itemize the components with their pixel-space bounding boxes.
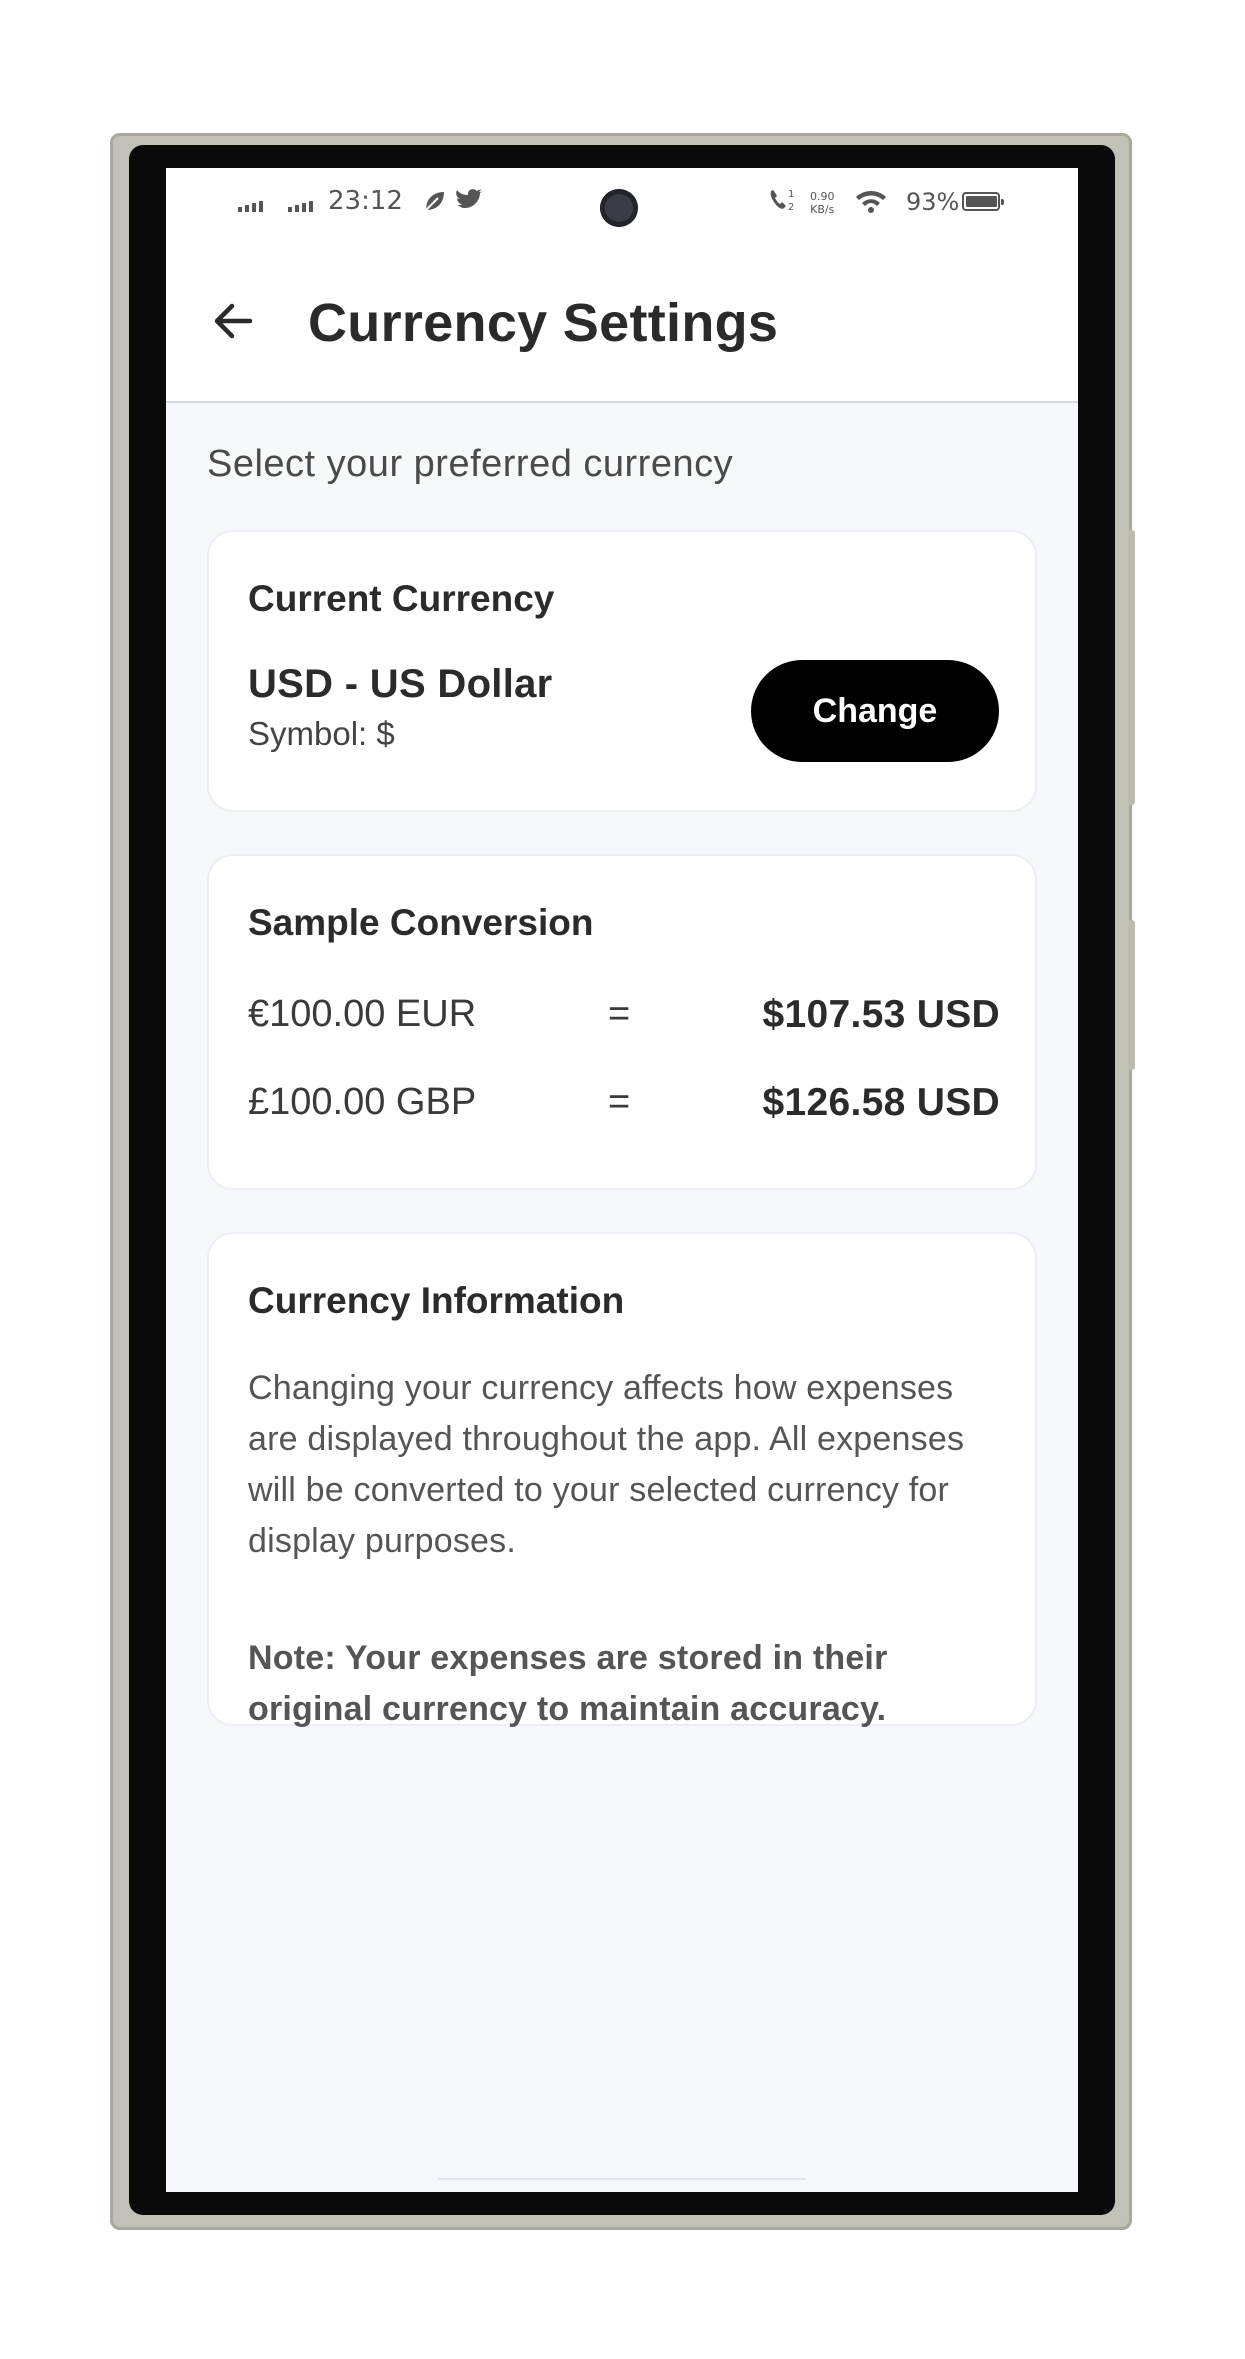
current-currency-title: Current Currency: [248, 578, 555, 619]
twitter-bird-icon: [456, 188, 484, 218]
arrow-left-icon: [214, 303, 253, 339]
page-subtitle: Select your preferred currency: [207, 443, 734, 485]
conversion-equals: =: [608, 1081, 631, 1123]
signal-2-icon: [288, 201, 313, 212]
conversion-row: €100.00 EUR = $107.53 USD: [248, 993, 1000, 1043]
conversion-from: €100.00 EUR: [248, 993, 477, 1035]
back-button[interactable]: [206, 293, 262, 349]
phone-screen: 23:12 12 0.90 KB/s 93% Currency Settings: [166, 168, 1078, 2192]
conversion-to: $126.58 USD: [762, 1081, 1000, 1124]
wifi-icon: [854, 188, 888, 220]
call-wifi-icon: 12: [766, 186, 798, 220]
volume-button: [1128, 920, 1135, 1070]
currency-information-note: Note: Your expenses are stored in their …: [248, 1639, 888, 1728]
leaf-icon: [422, 188, 448, 220]
conversion-row: £100.00 GBP = $126.58 USD: [248, 1081, 1000, 1131]
svg-text:2: 2: [788, 202, 794, 213]
battery-percent: 93%: [906, 188, 960, 216]
conversion-equals: =: [608, 993, 631, 1035]
status-time: 23:12: [328, 186, 403, 216]
home-indicator: [438, 2178, 806, 2186]
svg-text:1: 1: [788, 189, 794, 200]
sample-conversion-title: Sample Conversion: [248, 902, 594, 943]
conversion-to: $107.53 USD: [762, 993, 1000, 1036]
change-currency-button[interactable]: Change: [751, 660, 999, 762]
status-bar: 23:12 12 0.90 KB/s 93%: [166, 168, 1078, 238]
sample-conversion-card: Sample Conversion €100.00 EUR = $107.53 …: [207, 854, 1037, 1190]
power-button: [1128, 530, 1135, 805]
network-speed: 0.90 KB/s: [810, 190, 835, 216]
currency-symbol: Symbol: $: [248, 715, 395, 752]
front-camera: [600, 189, 638, 227]
currency-name: USD - US Dollar: [248, 662, 553, 706]
battery-icon: [962, 192, 1004, 211]
current-currency-card: Current Currency USD - US Dollar Symbol:…: [207, 530, 1037, 812]
app-bar: Currency Settings: [166, 238, 1078, 403]
currency-information-body: Changing your currency affects how expen…: [248, 1369, 965, 1560]
page-title: Currency Settings: [308, 293, 779, 353]
signal-1-icon: [238, 201, 263, 212]
currency-information-card: Currency Information Changing your curre…: [207, 1232, 1037, 1728]
currency-information-title: Currency Information: [248, 1280, 625, 1321]
conversion-from: £100.00 GBP: [248, 1081, 477, 1123]
